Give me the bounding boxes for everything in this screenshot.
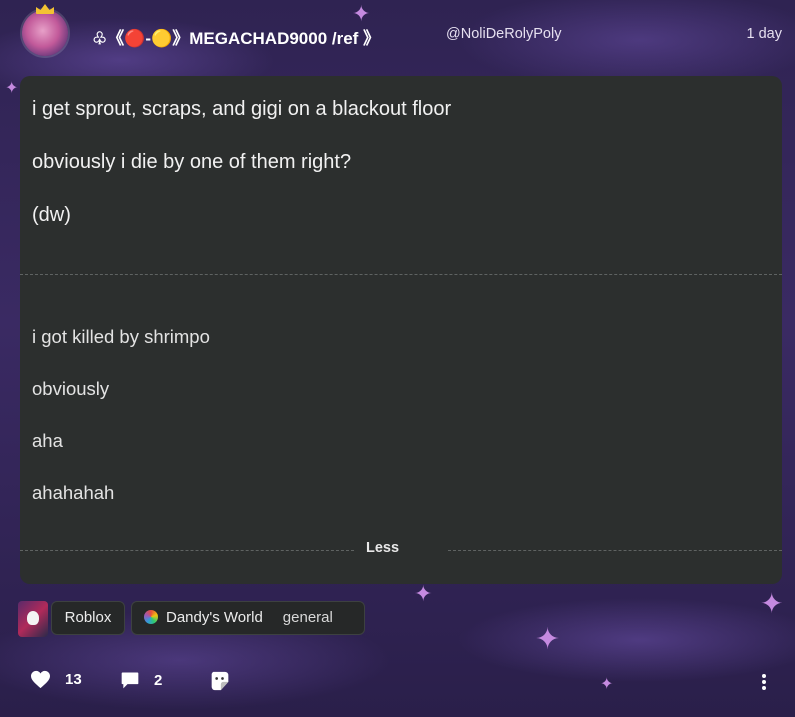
post-paragraph: i get sprout, scraps, and gigi on a blac…	[32, 98, 452, 120]
post-paragraph: (dw)	[32, 204, 71, 226]
less-button[interactable]: Less	[366, 540, 399, 556]
avatar[interactable]	[22, 4, 68, 56]
continuation-paragraph: aha	[32, 430, 63, 451]
comment-count: 2	[154, 671, 163, 689]
sparkle-decoration: ✦	[414, 582, 433, 607]
continuation-paragraph: i got killed by shrimpo	[32, 326, 210, 347]
more-options-icon[interactable]	[762, 672, 766, 692]
less-row: Less	[20, 538, 782, 562]
author-display-name[interactable]: ♧《🔴-🟡》MEGACHAD9000 /ref 》	[92, 24, 380, 49]
like-count: 13	[65, 671, 82, 688]
post-timestamp: 1 day	[746, 26, 782, 42]
post-header: ♧《🔴-🟡》MEGACHAD9000 /ref 》 @NoliDeRolyPol…	[22, 4, 782, 60]
game-thumbnail[interactable]	[18, 601, 48, 637]
post-paragraph: obviously i die by one of them right?	[32, 151, 352, 173]
section-divider	[20, 274, 782, 275]
continuation-paragraph: obviously	[32, 378, 110, 399]
like-button[interactable]: 13	[30, 670, 82, 689]
comment-icon	[121, 672, 139, 689]
heart-icon	[31, 670, 50, 689]
post-card: i get sprout, scraps, and gigi on a blac…	[20, 76, 782, 584]
tag-roblox[interactable]: Roblox	[51, 601, 125, 635]
tag-community[interactable]: Dandy's World general	[131, 601, 365, 635]
continuation-paragraph: ahahahah	[32, 482, 115, 503]
post-actions: 13 2	[30, 670, 770, 700]
sparkle-decoration: ✦	[5, 78, 19, 97]
comment-button[interactable]: 2	[120, 670, 162, 690]
sticker-icon	[211, 671, 229, 691]
divider-right	[448, 550, 782, 551]
sparkle-decoration: ✦	[760, 587, 784, 620]
sticker-button[interactable]	[210, 670, 230, 692]
crown-icon	[36, 4, 54, 14]
divider-left	[20, 550, 354, 551]
community-label: Dandy's World	[166, 609, 263, 626]
sparkle-decoration: ✦	[535, 622, 561, 657]
community-icon	[144, 610, 158, 624]
author-handle[interactable]: @NoliDeRolyPoly	[446, 26, 561, 42]
channel-label[interactable]: general	[283, 602, 333, 634]
